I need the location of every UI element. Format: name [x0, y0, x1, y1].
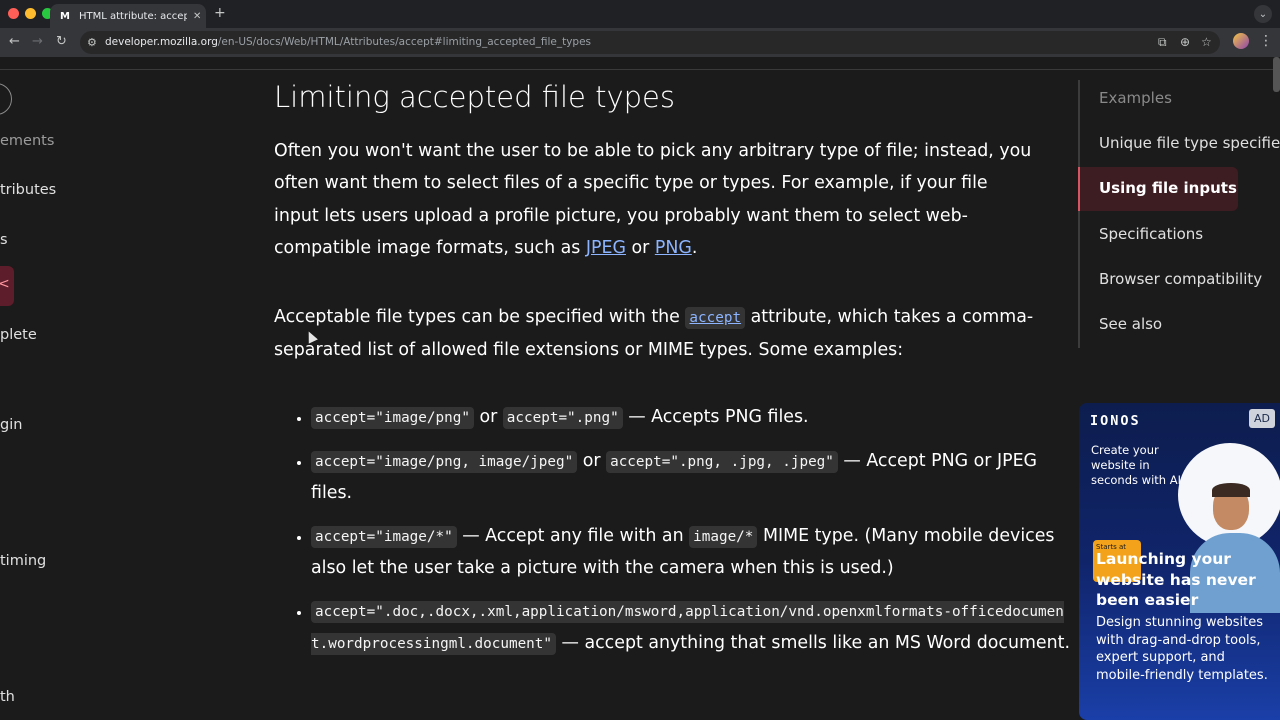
png-link[interactable]: PNG	[655, 238, 692, 258]
paragraph-text: Often you won't want the user to be able…	[274, 141, 1032, 258]
inline-code: image/*	[689, 525, 758, 548]
new-tab-icon[interactable]: +	[214, 5, 226, 21]
sidebar-item[interactable]: s	[0, 232, 8, 248]
list-text: — Accept any file with an	[462, 525, 684, 546]
list-item: accept="image/png, image/jpeg" or accept…	[311, 446, 1071, 510]
paragraph-text: or	[631, 237, 650, 258]
site-settings-icon[interactable]: ⚙	[87, 36, 97, 49]
paragraph-intro: Often you won't want the user to be able…	[274, 135, 1034, 264]
forward-icon[interactable]: →	[32, 34, 43, 49]
list-item: accept=".doc,.docx,.xml,application/mswo…	[311, 596, 1071, 661]
sidebar-active-marker: <	[0, 276, 10, 292]
inline-code: accept="image/png"	[311, 407, 474, 429]
ad-badge: AD	[1249, 409, 1275, 428]
toc-item-specifications[interactable]: Specifications	[1099, 225, 1203, 243]
tab-close-icon[interactable]: ✕	[193, 11, 201, 22]
ad-tagline: Create your website in seconds with AI	[1091, 443, 1181, 487]
ad-headline: Launching your website has never been ea…	[1096, 550, 1256, 609]
ionos-logo: IONOS	[1090, 413, 1141, 429]
toc-item-see-also[interactable]: See also	[1099, 315, 1162, 333]
paragraph-accept: Acceptable file types can be specified w…	[274, 301, 1034, 367]
sidebar-item[interactable]: tributes	[0, 182, 56, 198]
list-item: accept="image/*" — Accept any file with …	[311, 521, 1071, 585]
tab-search-icon[interactable]: ⌄	[1254, 5, 1272, 23]
toc-active-label: Using file inputs	[1099, 179, 1237, 197]
cast-icon[interactable]: ⧉	[1158, 35, 1167, 50]
reload-icon[interactable]: ↻	[56, 34, 67, 49]
back-icon[interactable]: ←	[9, 34, 20, 49]
sidebar-item[interactable]: ements	[0, 133, 54, 149]
list-item: accept="image/png" or accept=".png" — Ac…	[311, 402, 1071, 435]
zoom-icon[interactable]: ⊕	[1180, 35, 1190, 49]
inline-code: accept=".png"	[502, 407, 623, 429]
browser-tab[interactable]: M HTML attribute: accept - HTML ✕	[50, 4, 206, 28]
list-text: or	[582, 450, 601, 471]
sidebar-toggle-icon[interactable]	[0, 83, 12, 115]
bookmark-star-icon[interactable]: ☆	[1201, 35, 1212, 49]
profile-icon[interactable]	[1233, 33, 1249, 49]
list-text: — accept anything that smells like an MS…	[561, 633, 1070, 653]
sidebar-item[interactable]: plete	[0, 327, 37, 343]
sidebar-item[interactable]: th	[0, 689, 15, 705]
list-text: or	[479, 407, 498, 427]
url-path: /en-US/docs/Web/HTML/Attributes/accept#l…	[217, 36, 591, 48]
ad-description: Design stunning websites with drag-and-d…	[1096, 615, 1268, 683]
toc-item-examples[interactable]: Examples	[1099, 89, 1172, 107]
jpeg-link[interactable]: JPEG	[586, 238, 626, 258]
section-heading: Limiting accepted file types	[274, 80, 675, 114]
mdn-favicon-icon: M	[60, 10, 70, 22]
page-header-edge	[0, 57, 1280, 70]
toc-item-unique-file-type-specifiers[interactable]: Unique file type specifiers	[1099, 134, 1280, 152]
sidebar-item-active[interactable]: <	[0, 266, 14, 306]
paragraph-text: Acceptable file types can be specified w…	[274, 307, 680, 327]
toc-item-using-file-inputs[interactable]: Using file inputs	[1078, 167, 1238, 211]
inline-code: accept="image/*"	[311, 525, 457, 548]
inline-code: accept=".png, .jpg, .jpeg"	[606, 450, 838, 473]
ionos-ad[interactable]: IONOS AD Create your website in seconds …	[1079, 403, 1280, 720]
address-bar[interactable]: ⚙ developer.mozilla.org/en-US/docs/Web/H…	[80, 31, 1220, 54]
url-text[interactable]: developer.mozilla.org/en-US/docs/Web/HTM…	[105, 36, 591, 48]
sidebar-item[interactable]: timing	[0, 553, 46, 569]
inline-code: accept="image/png, image/jpeg"	[311, 450, 578, 473]
close-window-icon[interactable]	[8, 8, 19, 19]
examples-list: accept="image/png" or accept=".png" — Ac…	[274, 402, 1071, 672]
sidebar-item[interactable]: gin	[0, 417, 22, 433]
minimize-window-icon[interactable]	[25, 8, 36, 19]
toc-rail	[1078, 80, 1080, 348]
tab-title: HTML attribute: accept - HTML	[79, 10, 187, 22]
menu-kebab-icon[interactable]: ⋮	[1259, 33, 1273, 49]
browser-tab-bar: M HTML attribute: accept - HTML ✕ + ⌄	[0, 0, 1280, 28]
window-controls	[8, 8, 53, 19]
url-host: developer.mozilla.org	[105, 36, 218, 48]
browser-toolbar: ← → ↻ ⚙ developer.mozilla.org/en-US/docs…	[0, 28, 1280, 57]
paragraph-text: .	[691, 237, 698, 258]
accept-link[interactable]: accept	[685, 307, 746, 329]
page-scrollbar[interactable]	[1273, 57, 1280, 92]
toc-item-browser-compatibility[interactable]: Browser compatibility	[1099, 270, 1262, 288]
list-text: — Accepts PNG files.	[628, 407, 809, 427]
